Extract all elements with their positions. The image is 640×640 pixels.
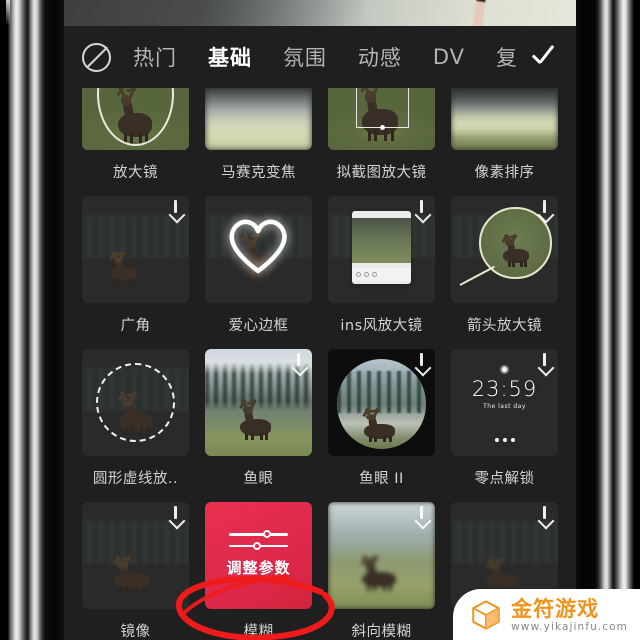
adjust-params-tile[interactable]: 调整参数: [205, 502, 312, 609]
effect-label: 鱼眼: [243, 471, 274, 487]
effect-thumbnail[interactable]: [205, 349, 312, 456]
download-icon[interactable]: [413, 353, 430, 373]
effect-thumbnail[interactable]: [82, 88, 189, 150]
photo-mosaic: [205, 88, 312, 150]
lockscreen-dots: [494, 438, 515, 443]
download-icon[interactable]: [167, 200, 184, 220]
effect-cell-fisheye[interactable]: 鱼眼: [205, 349, 312, 502]
effect-label: 模糊: [243, 624, 274, 640]
screenshot-root: 热门 基础 氛围 动感 DV 复 放大镜 马赛克变焦 拟截图放大镜 像素排序 广…: [0, 0, 640, 640]
dashed-circle-overlay: [95, 362, 176, 443]
check-icon[interactable]: [530, 42, 560, 72]
effect-thumbnail[interactable]: [328, 88, 435, 150]
tab-retro[interactable]: 复: [490, 42, 524, 72]
effect-cell-pixel-sort[interactable]: 像素排序: [451, 88, 558, 196]
ins-card-photo: [351, 217, 412, 263]
effect-label: 马赛克变焦: [221, 165, 296, 181]
tab-dv[interactable]: DV: [427, 45, 471, 69]
photo-pixel-sort: [451, 88, 558, 150]
effects-grid: 放大镜 马赛克变焦 拟截图放大镜 像素排序 广角 爱心边框 ins风放大镜 箭头…: [64, 88, 576, 640]
download-icon[interactable]: [413, 506, 430, 526]
preview-subject: [472, 0, 487, 26]
effect-label: 圆形虚线放..: [92, 471, 179, 487]
sliders-icon: [228, 530, 289, 550]
effect-thumbnail[interactable]: [451, 88, 558, 150]
effect-label: ins风放大镜: [340, 318, 423, 334]
watermark-name: 金符游戏: [511, 596, 600, 621]
effect-label: 鱼眼 II: [359, 471, 404, 487]
download-icon[interactable]: [536, 200, 553, 220]
effect-thumbnail[interactable]: 23:59 The last day: [451, 349, 558, 456]
effect-cell-arrow-magnifier[interactable]: 箭头放大镜: [451, 196, 558, 349]
effect-cell-ins-magnifier[interactable]: ins风放大镜: [328, 196, 435, 349]
download-icon[interactable]: [536, 506, 553, 526]
effect-thumbnail[interactable]: [82, 502, 189, 609]
tab-hot[interactable]: 热门: [127, 42, 183, 72]
download-icon[interactable]: [536, 353, 553, 373]
phone-bezel-left: [0, 0, 64, 640]
tab-dynamic[interactable]: 动感: [352, 42, 408, 72]
deer-subject: [106, 554, 157, 594]
effect-thumbnail[interactable]: 调整参数: [205, 502, 312, 609]
download-icon[interactable]: [413, 200, 430, 220]
effect-cell-wide-angle[interactable]: 广角: [82, 196, 189, 349]
effect-cell-dashed-circle[interactable]: 圆形虚线放..: [82, 349, 189, 502]
lockscreen-subtitle: The last day: [483, 402, 526, 410]
ins-card-overlay: [351, 210, 412, 284]
effect-cell-mosaic-zoom[interactable]: 马赛克变焦: [205, 88, 312, 196]
watermark-url: www.yikajinfu.com: [511, 621, 628, 633]
phone-bezel-right: [576, 0, 640, 640]
download-icon[interactable]: [290, 353, 307, 373]
crop-box-overlay: [355, 88, 410, 130]
effect-category-tabbar: 热门 基础 氛围 动感 DV 复: [64, 26, 576, 88]
effect-cell-magnifier[interactable]: 放大镜: [82, 88, 189, 196]
effect-label: 零点解锁: [474, 471, 535, 487]
effect-cell-midnight-unlock[interactable]: 23:59 The last day 零点解锁: [451, 349, 558, 502]
download-icon[interactable]: [167, 506, 184, 526]
deer-subject: [233, 399, 278, 442]
effect-label: 放大镜: [113, 165, 158, 181]
effect-label: 箭头放大镜: [467, 318, 542, 334]
effect-label: 广角: [120, 318, 151, 334]
effect-cell-diagonal-blur[interactable]: 斜向模糊: [328, 502, 435, 640]
no-filter-icon[interactable]: [82, 42, 111, 72]
video-preview[interactable]: [64, 0, 576, 26]
effect-label: 镜像: [120, 624, 151, 640]
effect-cell-blur-selected[interactable]: 调整参数 模糊: [205, 502, 312, 640]
adjust-params-label: 调整参数: [226, 558, 291, 577]
effect-cell-fisheye-2[interactable]: 鱼眼 II: [328, 349, 435, 502]
watermark-text: 金符游戏 www.yikajinfu.com: [511, 598, 628, 633]
preview-shadow: [64, 0, 364, 26]
effect-cell-heart-frame[interactable]: 爱心边框: [205, 196, 312, 349]
watermark: 金符游戏 www.yikajinfu.com: [453, 588, 640, 640]
effect-label: 爱心边框: [228, 318, 289, 334]
ins-card-actionbar: [351, 268, 412, 281]
phone-screen: 热门 基础 氛围 动感 DV 复 放大镜 马赛克变焦 拟截图放大镜 像素排序 广…: [64, 0, 576, 640]
deer-subject: [354, 554, 403, 592]
cube-logo-icon: [472, 600, 500, 631]
effect-label: 像素排序: [474, 165, 535, 181]
deer-subject: [106, 251, 142, 286]
effect-thumbnail[interactable]: [205, 196, 312, 303]
effect-label: 拟截图放大镜: [336, 165, 427, 181]
effect-thumbnail[interactable]: [451, 196, 558, 303]
effect-thumbnail[interactable]: [82, 196, 189, 303]
tab-basic[interactable]: 基础: [202, 42, 258, 72]
tab-atmosphere[interactable]: 氛围: [277, 42, 333, 72]
effect-thumbnail[interactable]: [328, 502, 435, 609]
effect-thumbnail[interactable]: [328, 196, 435, 303]
effect-thumbnail[interactable]: [328, 349, 435, 456]
lockscreen-time: 23:59: [471, 376, 538, 401]
heart-frame-overlay: [229, 219, 288, 274]
effect-thumbnail[interactable]: [82, 349, 189, 456]
effect-cell-screenshot-magnifier[interactable]: 拟截图放大镜: [328, 88, 435, 196]
effect-cell-mirror[interactable]: 镜像: [82, 502, 189, 640]
effect-thumbnail[interactable]: [205, 88, 312, 150]
effect-label: 斜向模糊: [351, 624, 412, 640]
